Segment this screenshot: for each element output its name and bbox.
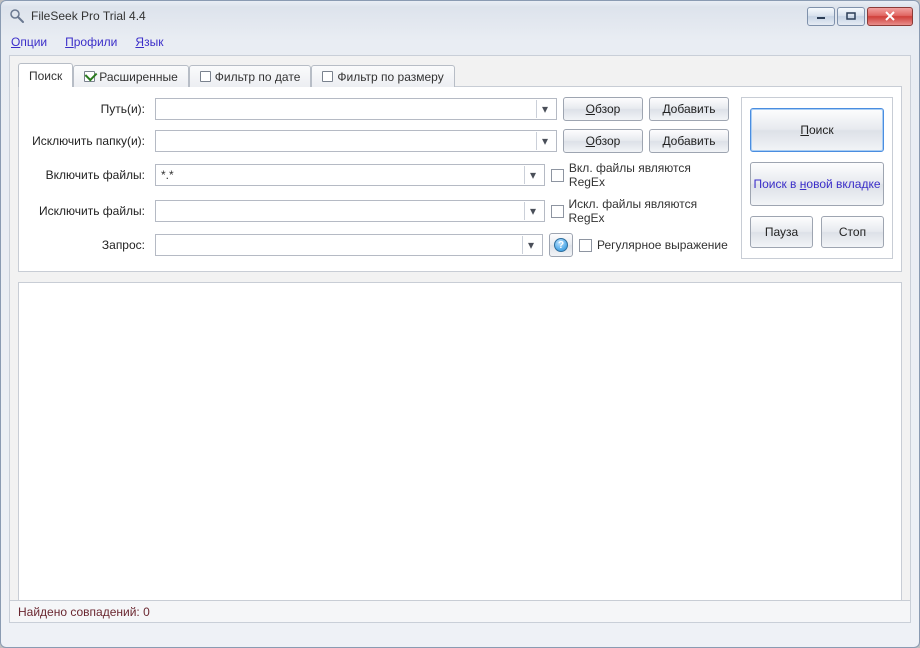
combo-value: *.* <box>161 168 174 182</box>
add-exclude-button[interactable]: Добавить <box>649 129 729 153</box>
label-exclude-folders: Исключить папку(и): <box>27 134 149 148</box>
row-exclude-folders: Исключить папку(и): ▾ Обзор Добавить <box>27 129 729 153</box>
results-panel <box>18 282 902 618</box>
label-paths: Путь(и): <box>27 102 149 116</box>
query-help-button[interactable]: ? <box>549 233 573 257</box>
status-bar: Найдено совпадений: 0 <box>10 600 910 622</box>
label-include-files: Включить файлы: <box>27 168 149 182</box>
window-title: FileSeek Pro Trial 4.4 <box>31 9 146 23</box>
tab-label: Поиск <box>29 69 62 83</box>
chevron-down-icon: ▾ <box>536 132 553 150</box>
checkbox-icon <box>322 71 333 82</box>
tab-search[interactable]: Поиск <box>18 63 73 87</box>
checkbox-icon <box>551 169 564 182</box>
titlebar: FileSeek Pro Trial 4.4 <box>1 1 919 31</box>
menubar: Опции Профили Язык <box>1 31 919 53</box>
checkbox-label: Вкл. файлы являются RegEx <box>569 161 729 189</box>
tab-body: Путь(и): ▾ Обзор Добавить Исключить папк… <box>18 86 902 272</box>
row-paths: Путь(и): ▾ Обзор Добавить <box>27 97 729 121</box>
paths-input[interactable]: ▾ <box>155 98 557 120</box>
tab-label: Фильтр по дате <box>215 70 301 84</box>
checkbox-icon <box>551 205 564 218</box>
row-query: Запрос: ▾ ? Регулярное выражение <box>27 233 729 257</box>
tab-label: Фильтр по размеру <box>337 70 443 84</box>
app-icon <box>9 8 25 24</box>
menu-options[interactable]: Опции <box>11 35 47 49</box>
include-files-input[interactable]: *.* ▾ <box>155 164 545 186</box>
tab-advanced[interactable]: Расширенные <box>73 65 189 87</box>
label-query: Запрос: <box>27 238 149 252</box>
label-exclude-files: Исключить файлы: <box>27 204 149 218</box>
checkbox-icon <box>579 239 592 252</box>
regex-checkbox[interactable]: Регулярное выражение <box>579 238 729 252</box>
menu-language[interactable]: Язык <box>135 35 163 49</box>
row-exclude-files: Исключить файлы: ▾ Искл. файлы являются … <box>27 197 729 225</box>
add-path-button[interactable]: Добавить <box>649 97 729 121</box>
stop-button[interactable]: Стоп <box>821 216 884 248</box>
help-icon: ? <box>554 238 568 252</box>
query-input[interactable]: ▾ <box>155 234 543 256</box>
exclude-files-input[interactable]: ▾ <box>155 200 545 222</box>
tabs-region: Поиск Расширенные Фильтр по дате Фильтр … <box>18 62 902 272</box>
search-new-tab-button[interactable]: Поиск в новой вкладке <box>750 162 884 206</box>
browse-exclude-button[interactable]: Обзор <box>563 129 643 153</box>
tab-row: Поиск Расширенные Фильтр по дате Фильтр … <box>18 62 902 86</box>
pause-stop-row: Пауза Стоп <box>750 216 884 248</box>
exclude-folders-input[interactable]: ▾ <box>155 130 557 152</box>
close-button[interactable] <box>867 7 913 26</box>
pause-button[interactable]: Пауза <box>750 216 813 248</box>
exclude-regex-checkbox[interactable]: Искл. файлы являются RegEx <box>551 197 729 225</box>
menu-profiles[interactable]: Профили <box>65 35 117 49</box>
checkbox-label: Искл. файлы являются RegEx <box>569 197 729 225</box>
checkbox-icon <box>200 71 211 82</box>
status-matches: Найдено совпадений: 0 <box>18 605 150 619</box>
minimize-button[interactable] <box>807 7 835 26</box>
include-regex-checkbox[interactable]: Вкл. файлы являются RegEx <box>551 161 729 189</box>
app-window: FileSeek Pro Trial 4.4 Опции Профили Язы… <box>0 0 920 648</box>
tab-size-filter[interactable]: Фильтр по размеру <box>311 65 454 87</box>
search-button[interactable]: Поиск <box>750 108 884 152</box>
browse-paths-button[interactable]: Обзор <box>563 97 643 121</box>
chevron-down-icon: ▾ <box>524 166 541 184</box>
tab-date-filter[interactable]: Фильтр по дате <box>189 65 312 87</box>
tab-label: Расширенные <box>99 70 178 84</box>
side-panel: Поиск Поиск в новой вкладке Пауза Стоп <box>741 97 893 259</box>
form-column: Путь(и): ▾ Обзор Добавить Исключить папк… <box>27 97 729 259</box>
chevron-down-icon: ▾ <box>524 202 541 220</box>
row-include-files: Включить файлы: *.* ▾ Вкл. файлы являютс… <box>27 161 729 189</box>
chevron-down-icon: ▾ <box>536 100 553 118</box>
checkbox-icon <box>84 71 95 82</box>
checkbox-label: Регулярное выражение <box>597 238 728 252</box>
chevron-down-icon: ▾ <box>522 236 539 254</box>
maximize-button[interactable] <box>837 7 865 26</box>
client-area: Поиск Расширенные Фильтр по дате Фильтр … <box>9 55 911 623</box>
